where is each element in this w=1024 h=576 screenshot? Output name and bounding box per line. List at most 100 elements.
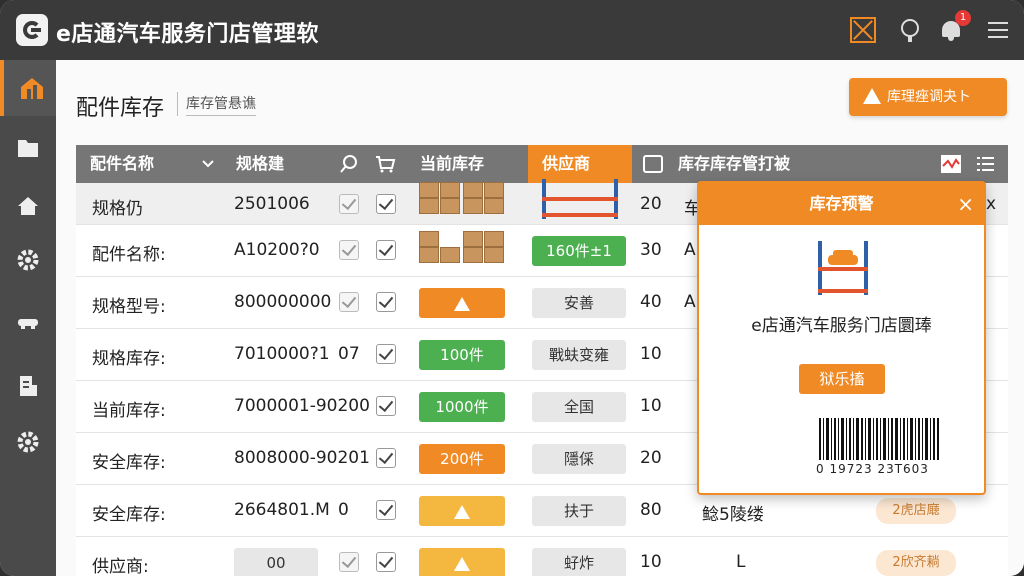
stock-note: 鲶5陵缕 [702,505,764,525]
header-stock-management[interactable]: 库存库存管打被 [678,145,790,183]
part-name: 安全库存: [92,505,166,525]
part-extra: 07 [338,344,360,364]
sidebar-item-system[interactable] [0,414,56,470]
part-name: 规格库存: [92,349,166,369]
checkbox[interactable] [376,344,396,364]
close-icon[interactable]: × [957,183,974,225]
boxes-icon [419,229,505,265]
checkbox[interactable] [376,552,396,572]
stock-status-tag[interactable]: 160件±1 [532,236,626,266]
row-extra: x [986,194,997,214]
part-spec: 2501006 [234,194,310,214]
checkbox[interactable] [376,240,396,260]
menu-icon[interactable] [985,17,1011,43]
checkbox[interactable] [376,500,396,520]
quantity-badge[interactable]: 200件 [419,444,505,474]
dashboard-icon [21,78,43,99]
barcode-number: 0 19723 23T603 [816,462,929,476]
sidebar-item-home[interactable] [0,178,56,234]
popup-action-button[interactable]: 狱乐搐 [799,364,885,394]
warning-badge[interactable] [419,288,505,318]
warning-badge[interactable] [419,496,505,526]
logo-icon [16,14,48,46]
checkbox[interactable] [376,396,396,416]
boxes-icon [419,180,505,216]
part-spec: 800000000 [234,292,332,312]
page-title: 配件库存 [76,96,165,121]
sidebar-item-files[interactable] [0,120,56,176]
home-icon [18,197,38,215]
checkbox[interactable] [339,194,359,214]
stock-count: 10 [640,344,662,364]
stock-count: 20 [640,194,662,214]
part-spec: 7000001-90200 [234,396,370,416]
checkbox[interactable] [339,292,359,312]
table-row[interactable]: 供应商: 00 虸炸 10 L 2欣齐耥 [76,537,1008,576]
stock-count: 40 [640,292,662,312]
filter-icon[interactable] [338,154,360,174]
popup-message: e店通汽车服务门店圜琫 [751,316,932,336]
stock-count: 10 [640,396,662,416]
square-icon[interactable] [643,155,663,173]
supplier-tag[interactable]: 戰蚨变雍 [532,340,626,370]
page-subtitle[interactable]: 库存管悬谯 [186,93,256,116]
store-tag[interactable]: 2欣齐耥 [876,550,956,576]
checkbox[interactable] [339,240,359,260]
part-spec: 8008000-90201 [234,448,370,468]
sidebar-item-settings[interactable] [0,232,56,288]
chevron-down-icon[interactable] [202,159,214,169]
checkbox[interactable] [339,552,359,572]
list-icon[interactable] [976,155,996,173]
settings-icon [17,431,39,453]
supplier-tag[interactable]: 全国 [532,392,626,422]
popup-title: 库存预警 [809,194,874,213]
supplier-tag[interactable]: 隱倸 [532,444,626,474]
stock-count: 80 [640,500,662,520]
stock-count: 30 [640,240,662,260]
location-icon[interactable] [897,17,923,43]
warning-badge[interactable] [419,548,505,576]
header-current-stock[interactable]: 当前库存 [420,145,484,183]
warning-icon [454,296,470,311]
car-icon [18,319,38,329]
sidebar-item-dashboard[interactable] [0,60,56,116]
quantity-badge[interactable]: 1000件 [419,392,505,422]
part-name: 配件名称: [92,245,166,265]
part-name: 规格仍 [92,199,143,219]
gear-icon [17,249,39,271]
checkbox[interactable] [376,292,396,312]
part-name: 供应商: [92,557,149,576]
chart-icon[interactable] [940,154,962,174]
header-spec[interactable]: 规格建 [236,145,284,183]
sidebar [0,60,56,576]
sidebar-item-vehicle[interactable] [0,294,56,350]
part-spec-tag[interactable]: 00 [234,548,318,576]
report-icon [20,376,37,396]
folder-icon [18,140,38,157]
warning-icon [454,504,470,519]
part-name: 当前库存: [92,401,166,421]
stock-note: L [736,552,746,572]
sidebar-item-reports[interactable] [0,358,56,414]
supplier-tag[interactable]: 扶于 [532,496,626,526]
popup-header: 库存预警 × [699,183,984,225]
warehouse-icon[interactable] [850,17,876,43]
app-title: e店通汽车服务门店管理软 [56,22,319,47]
cart-icon[interactable] [374,154,396,174]
header-supplier[interactable]: 供应商 [528,145,632,183]
stock-count: 20 [640,448,662,468]
notification-badge: 1 [955,10,971,26]
warning-icon [454,556,470,571]
store-tag[interactable]: 2虎店廰 [876,498,956,524]
supplier-tag[interactable]: 安善 [532,288,626,318]
stock-alert-button[interactable]: 库理痤调夬ト [849,78,1007,116]
stock-alert-popup: 库存预警 × e店通汽车服务门店圜琫 狱乐搐 0 19723 23T603 [697,181,986,495]
part-name: 安全库存: [92,453,166,473]
header-part-name[interactable]: 配件名称 [90,145,154,183]
table-header: 配件名称 规格建 当前库存 供应商 库存库存管打被 [76,145,1008,183]
checkbox[interactable] [376,194,396,214]
checkbox[interactable] [376,448,396,468]
quantity-badge[interactable]: 100件 [419,340,505,370]
supplier-tag[interactable]: 虸炸 [532,548,626,576]
stock-alert-button-label: 库理痤调夬ト [887,89,971,105]
